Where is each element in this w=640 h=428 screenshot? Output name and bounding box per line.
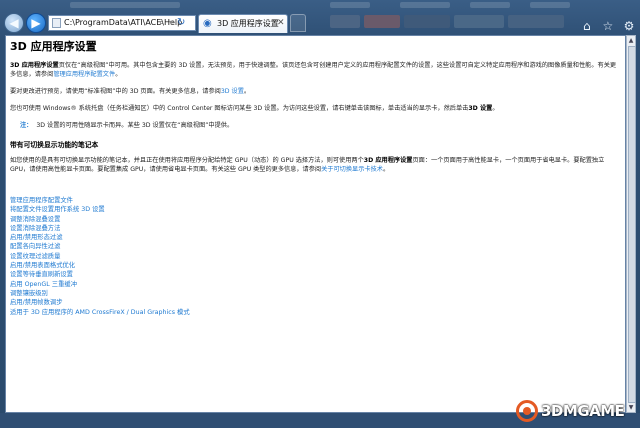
tab-title: 3D 应用程序设置 — [217, 19, 279, 28]
topic-link[interactable]: 将配置文件设置用作系统 3D 设置 — [10, 205, 190, 214]
topic-link[interactable]: 启用 OpenGL 三重缓冲 — [10, 280, 190, 289]
intro-paragraph: 3D 应用程序设置页仅在“高级视图”中可用。其中包含主要的 3D 设置，无法预览… — [10, 61, 620, 79]
switchable-graphics-link[interactable]: 关于可切换显示卡技术 — [321, 166, 383, 173]
topic-links: 管理应用程序配置文件 将配置文件设置用作系统 3D 设置 调整消除混叠设置 设置… — [10, 196, 190, 317]
note: 注： 3D 设置的可用性随显示卡而异。某些 3D 设置仅在“高级视图”中提供。 — [20, 121, 233, 130]
title-bar-ghost-text — [470, 2, 510, 8]
topic-link[interactable]: 配置各向异性过滤 — [10, 242, 190, 251]
note-label: 注： — [20, 122, 33, 129]
blurred-tab — [508, 15, 564, 28]
star-icon[interactable]: ☆ — [601, 19, 615, 33]
tray-paragraph: 您也可使用 Windows® 系统托盘（任务栏通知区）中的 Control Ce… — [10, 104, 620, 113]
topic-link[interactable]: 适用于 3D 应用程序的 AMD CrossFireX / Dual Graph… — [10, 308, 190, 317]
topic-link[interactable]: 设置消除混叠方法 — [10, 224, 190, 233]
topic-link[interactable]: 启用/禁用形态过滤 — [10, 233, 190, 242]
page-content: 3D 应用程序设置 3D 应用程序设置页仅在“高级视图”中可用。其中包含主要的 … — [5, 35, 626, 413]
para2-end: 。 — [243, 88, 251, 95]
title-bar-ghost-text — [400, 2, 450, 8]
3d-settings-link[interactable]: 3D 设置 — [221, 88, 244, 95]
topic-link[interactable]: 调整消除混叠设置 — [10, 215, 190, 224]
section-end: 。 — [383, 166, 390, 173]
blurred-tab — [404, 15, 450, 28]
topic-link[interactable]: 调整镶嵌级别 — [10, 289, 190, 298]
para3-bold: 3D 设置 — [468, 105, 493, 112]
tab-active[interactable]: ◉ 3D 应用程序设置 ✕ — [198, 14, 288, 33]
topic-link[interactable]: 启用/禁用帧数调步 — [10, 298, 190, 307]
blurred-tab — [364, 15, 400, 28]
search-icon[interactable]: ⌕ — [159, 17, 164, 29]
title-bar-ghost-text — [330, 2, 370, 8]
scroll-up-icon[interactable]: ▲ — [627, 36, 635, 45]
section-text-a: 如您使用的是具有可切换显示功能的笔记本，并且正在使用将应用程序分配给特定 GPU… — [10, 157, 364, 164]
forward-arrow-icon: ▶ — [31, 16, 41, 30]
intro-end: 。 — [115, 71, 122, 78]
topic-link[interactable]: 设置等待垂直刷新设置 — [10, 270, 190, 279]
intro-bold: 3D 应用程序设置 — [10, 62, 59, 69]
page-icon — [52, 18, 61, 28]
topic-link[interactable]: 启用/禁用表面格式优化 — [10, 261, 190, 270]
refresh-icon[interactable]: ↻ — [177, 16, 185, 29]
ie-page-icon: ◉ — [203, 18, 212, 29]
back-button[interactable]: ◀ — [4, 13, 24, 33]
browser-toolbar: ◀ ▶ C:\ProgramData\ATI\ACE\Help ⌕ ▾ ↻ ◉ … — [0, 11, 640, 35]
browser-window: ◀ ▶ C:\ProgramData\ATI\ACE\Help ⌕ ▾ ↻ ◉ … — [0, 0, 640, 428]
title-bar-ghost-text — [530, 2, 570, 8]
address-bar[interactable]: C:\ProgramData\ATI\ACE\Help ⌕ ▾ ↻ — [48, 15, 196, 31]
back-arrow-icon: ◀ — [9, 16, 19, 30]
para3-end: 。 — [492, 105, 499, 112]
switchable-paragraph: 如您使用的是具有可切换显示功能的笔记本，并且正在使用将应用程序分配给特定 GPU… — [10, 156, 620, 174]
note-text: 3D 设置的可用性随显示卡而异。某些 3D 设置仅在“高级视图”中提供。 — [36, 122, 234, 129]
watermark-logo-icon — [516, 400, 538, 422]
section-heading: 带有可切换显示功能的笔记本 — [10, 141, 99, 149]
page-title: 3D 应用程序设置 — [10, 40, 97, 53]
para2-text: 要对更改进行预览，请使用“标准视图”中的 3D 页面。有关更多信息，请参阅 — [10, 88, 221, 95]
toolbar-icons: ⌂ ☆ ⚙ — [578, 15, 636, 33]
address-separator: ▾ — [169, 18, 174, 27]
topic-link[interactable]: 设置纹理过滤质量 — [10, 252, 190, 261]
watermark: 3DMGAME — [516, 398, 636, 426]
vertical-scrollbar[interactable]: ▲ ▼ — [626, 35, 636, 413]
title-bar-ghost-text — [70, 2, 180, 8]
topic-link[interactable]: 管理应用程序配置文件 — [10, 196, 190, 205]
close-icon[interactable]: ✕ — [277, 18, 285, 29]
scroll-thumb[interactable] — [628, 46, 636, 403]
manage-profiles-link[interactable]: 管理应用程序配置文件 — [53, 71, 115, 78]
new-tab-button[interactable] — [290, 14, 306, 32]
preview-paragraph: 要对更改进行预览，请使用“标准视图”中的 3D 页面。有关更多信息，请参阅3D … — [10, 87, 620, 96]
para3-text: 您也可使用 Windows® 系统托盘（任务栏通知区）中的 Control Ce… — [10, 105, 469, 112]
gear-icon[interactable]: ⚙ — [622, 19, 636, 33]
section-bold: 3D 应用程序设置 — [363, 157, 413, 164]
blurred-tab — [330, 15, 360, 28]
blurred-tab — [454, 15, 504, 28]
watermark-text: 3DMGAME — [541, 402, 625, 420]
home-icon[interactable]: ⌂ — [580, 19, 594, 33]
address-url: C:\ProgramData\ATI\ACE\Help — [64, 18, 183, 27]
title-bar — [0, 0, 640, 11]
forward-button[interactable]: ▶ — [26, 13, 46, 33]
